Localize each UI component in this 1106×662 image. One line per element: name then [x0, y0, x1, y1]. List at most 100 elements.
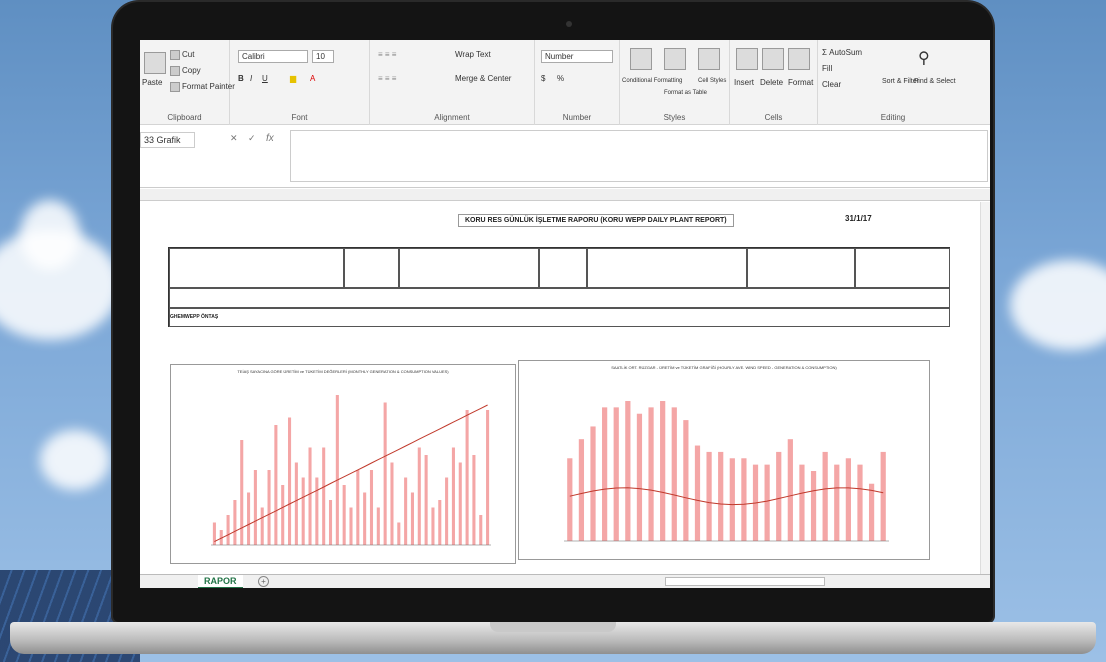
merge-center-button[interactable]: Merge & Center: [455, 74, 511, 83]
bar: [868, 483, 875, 541]
bar: [857, 464, 863, 541]
format-button[interactable]: Format: [788, 78, 813, 87]
bar: [810, 471, 817, 541]
styles-group: Conditional Formatting Format as Table C…: [620, 40, 730, 125]
bar: [822, 451, 828, 541]
monthly-chart[interactable]: TEİAŞ SAYACINA GÖRE ÜRETİM ve TÜKETİM DE…: [170, 364, 516, 564]
table-header-cell: [169, 248, 344, 288]
paste-icon[interactable]: [144, 52, 166, 74]
bar: [438, 500, 442, 545]
percent-button[interactable]: %: [557, 74, 564, 83]
copy-button[interactable]: Copy: [170, 66, 201, 76]
bar: [383, 402, 387, 545]
delete-button[interactable]: Delete: [760, 78, 783, 87]
number-group: Number $ % Number: [535, 40, 620, 125]
clear-button[interactable]: Clear: [822, 80, 841, 89]
bar: [590, 426, 596, 541]
copy-icon: [170, 66, 180, 76]
bar: [335, 395, 339, 545]
italic-button[interactable]: I: [250, 74, 252, 83]
bar: [369, 470, 374, 545]
autosum-button[interactable]: Σ AutoSum: [822, 48, 862, 57]
bar: [410, 492, 414, 545]
fx-icon[interactable]: fx: [266, 133, 274, 144]
format-table-button[interactable]: Format as Table: [664, 90, 707, 96]
font-name-select[interactable]: Calibri: [238, 50, 308, 63]
confirm-icon[interactable]: ✓: [248, 133, 256, 144]
add-sheet-button[interactable]: +: [258, 576, 269, 587]
insert-icon[interactable]: [736, 48, 758, 70]
table-header-cell: [747, 248, 855, 288]
number-format-select[interactable]: Number: [541, 50, 613, 63]
font-color-button[interactable]: A: [310, 74, 315, 83]
align-left-icon[interactable]: ≡ ≡ ≡: [378, 74, 396, 83]
bar: [880, 451, 886, 541]
ribbon: Paste Cut Copy Format Painter Clipboard …: [140, 40, 990, 125]
bar: [741, 458, 747, 541]
excel-window: Paste Cut Copy Format Painter Clipboard …: [140, 40, 990, 588]
vertical-scrollbar[interactable]: [980, 202, 990, 574]
bar: [660, 401, 666, 541]
bar: [233, 500, 237, 545]
font-size-select[interactable]: 10: [312, 50, 334, 63]
formula-input[interactable]: [290, 130, 988, 182]
bar: [729, 458, 735, 541]
conditional-formatting-icon[interactable]: [630, 48, 652, 70]
alignment-label: Alignment: [434, 113, 470, 122]
clipboard-group: Paste Cut Copy Format Painter Clipboard: [140, 40, 235, 125]
sheet-tabs: RAPOR +: [140, 574, 990, 588]
scissors-icon: [170, 50, 180, 60]
table-header-cell: [587, 248, 747, 288]
fill-button[interactable]: Fill: [822, 64, 832, 73]
bar: [472, 455, 476, 545]
tab-rapor[interactable]: RAPOR: [198, 575, 243, 588]
hourly-chart[interactable]: SAATLİK ORT. RÜZGAR - ÜRETİM ve TÜKETİM …: [518, 360, 930, 560]
bar: [799, 464, 805, 541]
bar: [424, 455, 428, 545]
format-icon[interactable]: [788, 48, 810, 70]
bar: [479, 515, 483, 545]
bar: [328, 500, 333, 545]
name-box[interactable]: 33 Grafik: [140, 132, 195, 148]
bar: [625, 401, 631, 541]
currency-button[interactable]: $: [541, 74, 545, 83]
find-select-button[interactable]: Find & Select: [914, 78, 956, 85]
insert-button[interactable]: Insert: [734, 78, 754, 87]
table-header-cell: [855, 248, 950, 288]
binoculars-icon[interactable]: ⚲: [918, 48, 930, 68]
styles-label: Styles: [663, 113, 686, 122]
bar: [301, 477, 305, 545]
bar: [356, 470, 360, 545]
camera: [566, 21, 572, 27]
cells-label: Cells: [764, 113, 783, 122]
wrap-text-button[interactable]: Wrap Text: [455, 50, 491, 59]
paste-button[interactable]: Paste: [142, 78, 162, 87]
format-table-icon[interactable]: [664, 48, 686, 70]
conditional-formatting-button[interactable]: Conditional Formatting: [622, 78, 682, 84]
cloud: [1010, 260, 1106, 350]
format-painter-button[interactable]: Format Painter: [170, 82, 235, 92]
editing-group: Σ AutoSum Fill Clear Sort & Filter Find …: [818, 40, 968, 125]
delete-icon[interactable]: [762, 48, 784, 70]
cloud: [40, 430, 110, 490]
hourly-chart-svg: [564, 401, 889, 542]
bold-button[interactable]: B: [238, 74, 244, 83]
cloud: [20, 200, 80, 270]
bar: [694, 445, 701, 541]
align-top-icon[interactable]: ≡ ≡ ≡: [378, 50, 396, 59]
bar: [417, 447, 421, 545]
worksheet[interactable]: KORU RES GÜNLÜK İŞLETME RAPORU (KORU WEP…: [140, 202, 990, 574]
horizontal-scrollbar[interactable]: [665, 577, 825, 586]
bar: [240, 440, 244, 545]
cell-styles-icon[interactable]: [698, 48, 720, 70]
font-label: Font: [291, 113, 308, 122]
bar: [294, 462, 298, 545]
bar: [342, 485, 346, 545]
bar: [397, 522, 401, 545]
cut-button[interactable]: Cut: [170, 50, 194, 60]
underline-button[interactable]: U: [262, 74, 268, 83]
bar: [486, 410, 490, 545]
cell-styles-button[interactable]: Cell Styles: [698, 78, 726, 84]
fill-color-button[interactable]: ▆: [290, 74, 296, 83]
cancel-icon[interactable]: ✕: [230, 133, 238, 144]
